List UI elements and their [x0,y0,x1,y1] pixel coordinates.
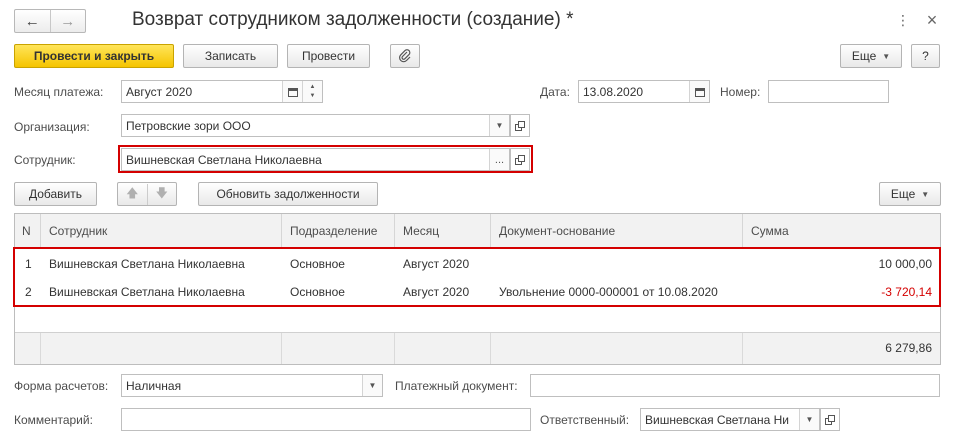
table-more-button[interactable]: Еще ▼ [879,182,941,206]
responsible-value: Вишневская Светлана Ни [645,412,789,427]
table-footer: 6 279,86 [15,332,940,364]
payment-month-label: Месяц платежа: [14,85,104,99]
add-button[interactable]: Добавить [14,182,97,206]
column-document[interactable]: Документ-основание [491,214,743,249]
calendar-icon[interactable] [689,81,709,102]
more-button[interactable]: Еще ▼ [840,44,902,68]
rows-highlight-frame [13,247,941,307]
payment-month-field[interactable]: Август 2020 ▲ ▼ [121,80,323,103]
organization-value: Петровские зори ООО [126,118,251,133]
employee-field[interactable]: Вишневская Светлана Николаевна ... [121,148,510,171]
number-field[interactable] [768,80,889,103]
employee-value: Вишневская Светлана Николаевна [126,152,322,167]
column-sum[interactable]: Сумма [743,214,940,249]
save-button[interactable]: Записать [183,44,278,68]
open-window-icon [825,414,835,425]
dropdown-arrow-icon[interactable]: ▼ [799,409,819,430]
open-window-icon [515,154,525,165]
organization-field[interactable]: Петровские зори ООО ▼ [121,114,510,137]
date-label: Дата: [540,85,570,99]
open-window-icon [515,120,525,131]
responsible-label: Ответственный: [540,413,630,427]
column-department[interactable]: Подразделение [282,214,395,249]
help-button[interactable]: ? [911,44,940,68]
stepper-arrows-icon[interactable]: ▲ ▼ [302,81,322,102]
payment-month-value: Август 2020 [126,84,193,99]
post-button[interactable]: Провести [287,44,370,68]
select-ellipsis-icon[interactable]: ... [489,149,509,170]
table-total: 6 279,86 [885,341,932,355]
table-header: N Сотрудник Подразделение Месяц Документ… [15,214,940,249]
payment-doc-label: Платежный документ: [395,379,518,393]
responsible-field[interactable]: Вишневская Светлана Ни ▼ [640,408,820,431]
window-title: Возврат сотрудником задолженности (созда… [132,9,574,30]
open-responsible-button[interactable] [820,408,840,431]
number-label: Номер: [720,85,761,99]
column-n[interactable]: N [15,214,41,249]
payment-form-field[interactable]: Наличная ▼ [121,374,383,397]
more-vertical-icon[interactable]: ⋮ [893,10,913,30]
attach-button[interactable] [390,44,420,68]
table-more-label: Еще [890,187,916,201]
move-up-icon[interactable]: 🡅 [118,184,147,205]
column-month[interactable]: Месяц [395,214,491,249]
payment-doc-field[interactable] [530,374,940,397]
close-icon[interactable]: × [922,10,942,30]
more-button-label: Еще [851,49,877,63]
date-field[interactable]: 13.08.2020 [578,80,710,103]
dropdown-arrow-icon[interactable]: ▼ [489,115,509,136]
back-arrow-icon[interactable]: ← [15,10,50,32]
post-and-close-button[interactable]: Провести и закрыть [14,44,174,68]
caret-down-icon: ▼ [921,189,930,199]
forward-arrow-icon[interactable]: → [49,10,86,32]
dropdown-arrow-icon[interactable]: ▼ [362,375,382,396]
move-down-icon[interactable]: 🡇 [146,183,177,205]
payment-form-label: Форма расчетов: [14,379,109,393]
comment-field[interactable] [121,408,531,431]
organization-label: Организация: [14,120,90,134]
nav-buttons: ← → [14,9,86,33]
refresh-debts-button[interactable]: Обновить задолженности [198,182,378,206]
open-employee-button[interactable] [510,148,530,171]
open-organization-button[interactable] [510,114,530,137]
date-value: 13.08.2020 [583,84,644,99]
payment-form-value: Наличная [126,378,182,393]
column-employee[interactable]: Сотрудник [41,214,282,249]
comment-label: Комментарий: [14,413,93,427]
employee-label: Сотрудник: [14,153,76,167]
paperclip-icon [399,49,411,63]
caret-down-icon: ▼ [882,51,891,61]
calendar-icon[interactable] [282,81,302,102]
move-buttons: 🡅 🡇 [117,182,177,206]
